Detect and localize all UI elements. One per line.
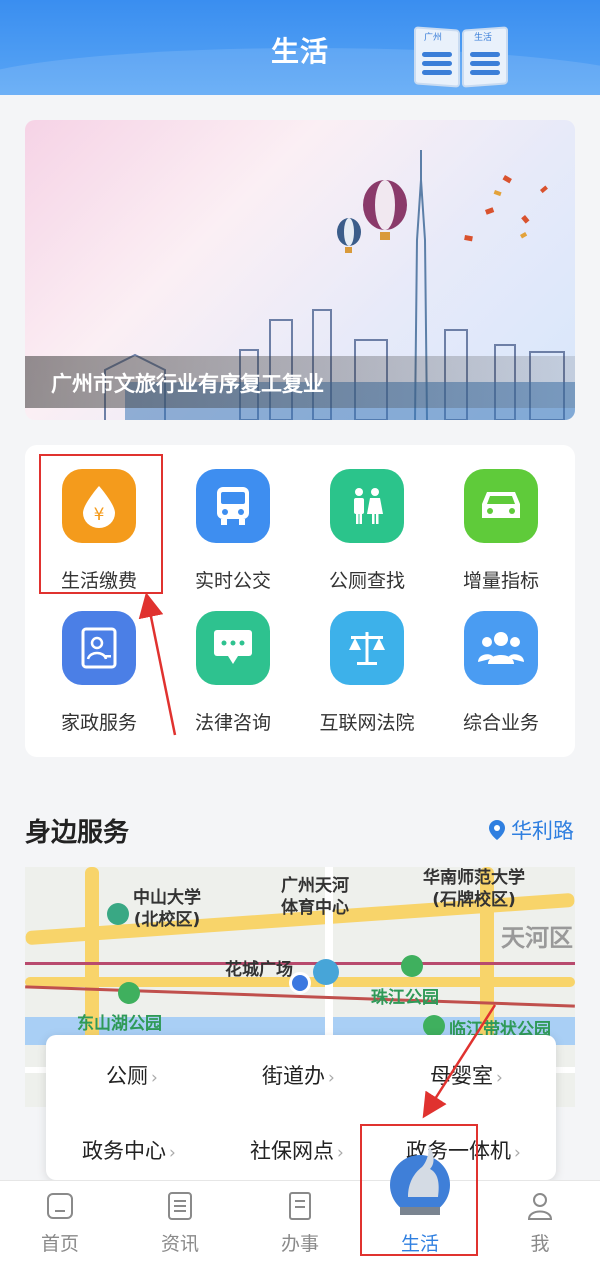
task-icon bbox=[289, 1192, 311, 1220]
service-realtime-bus[interactable]: 实时公交 bbox=[167, 453, 299, 595]
service-general-business[interactable]: 综合业务 bbox=[435, 595, 567, 737]
park-icon bbox=[423, 1015, 445, 1037]
service-label: 实时公交 bbox=[194, 570, 271, 592]
location-label: 华利路 bbox=[511, 819, 574, 843]
users-icon bbox=[464, 611, 538, 685]
category-gov-center[interactable]: 政务中心 › bbox=[82, 1135, 176, 1165]
service-housekeeping[interactable]: 家政服务 bbox=[33, 595, 165, 737]
tab-label: 办事 bbox=[280, 1233, 319, 1255]
tab-news[interactable]: 资讯 bbox=[120, 1181, 240, 1261]
service-label: 法律咨询 bbox=[194, 712, 271, 734]
tab-profile[interactable]: 我 bbox=[480, 1181, 600, 1261]
museum-icon bbox=[313, 959, 339, 985]
banner-caption: 广州市文旅行业有序复工复业 bbox=[51, 372, 324, 396]
location-pin-icon bbox=[489, 820, 505, 840]
tab-label: 我 bbox=[530, 1233, 550, 1255]
book-left-label: 广州 bbox=[424, 33, 443, 43]
map-label-tianhe: 天河区 bbox=[501, 924, 573, 952]
map-label-zhujiang: 珠江公园 bbox=[371, 988, 439, 1008]
tab-tasks[interactable]: 办事 bbox=[240, 1181, 360, 1261]
current-location-dot bbox=[289, 972, 311, 994]
service-car-quota[interactable]: 增量指标 bbox=[435, 453, 567, 595]
service-label: 综合业务 bbox=[462, 712, 539, 734]
book-right-label: 生活 bbox=[474, 33, 493, 43]
tab-label: 首页 bbox=[40, 1233, 79, 1255]
chat-icon bbox=[196, 611, 270, 685]
nearby-title: 身边服务 bbox=[25, 818, 130, 848]
service-internet-court[interactable]: 互联网法院 bbox=[301, 595, 433, 737]
category-street-office[interactable]: 街道办 › bbox=[262, 1060, 335, 1090]
service-label: 公厕查找 bbox=[328, 570, 405, 592]
category-social-security[interactable]: 社保网点 › bbox=[250, 1135, 344, 1165]
book-icon: 广州 生活 bbox=[412, 24, 510, 90]
highlight-box-utility bbox=[39, 454, 163, 594]
header-bar: 生活 广州 生活 bbox=[0, 0, 600, 95]
nearby-category-popup: 公厕 › 街道办 › 母婴室 › 政务中心 › 社保网点 › 政务一体机 › bbox=[46, 1035, 556, 1180]
school-icon bbox=[107, 903, 129, 925]
home-icon bbox=[47, 1193, 73, 1219]
bottom-tab-bar: 首页 资讯 办事 生活 我 bbox=[0, 1145, 600, 1261]
bus-icon bbox=[196, 469, 270, 543]
highlight-box-life-tab bbox=[360, 1124, 478, 1256]
location-selector[interactable]: 华利路 bbox=[489, 815, 574, 845]
service-label: 增量指标 bbox=[462, 570, 539, 592]
page-title: 生活 bbox=[270, 35, 329, 68]
park-icon bbox=[401, 955, 423, 977]
map-label-huacheng: 花城广场 bbox=[225, 960, 293, 980]
scales-icon bbox=[330, 611, 404, 685]
car-icon bbox=[464, 469, 538, 543]
park-icon bbox=[118, 982, 140, 1004]
category-restroom[interactable]: 公厕 › bbox=[106, 1060, 158, 1090]
service-label: 互联网法院 bbox=[319, 712, 415, 734]
restroom-icon bbox=[330, 469, 404, 543]
map-label-tianhe-sports: 广州天河 体育中心 bbox=[281, 876, 349, 918]
tab-label: 资讯 bbox=[160, 1233, 199, 1255]
service-restroom-finder[interactable]: 公厕查找 bbox=[301, 453, 433, 595]
category-nursing-room[interactable]: 母婴室 › bbox=[430, 1060, 503, 1090]
service-label: 家政服务 bbox=[60, 712, 137, 734]
profile-icon bbox=[527, 1193, 553, 1220]
news-icon bbox=[168, 1192, 192, 1220]
id-card-icon bbox=[62, 611, 136, 685]
map-label-dongshanhu: 东山湖公园 bbox=[77, 1014, 162, 1034]
service-legal-consult[interactable]: 法律咨询 bbox=[167, 595, 299, 737]
tab-home[interactable]: 首页 bbox=[0, 1181, 120, 1261]
promo-banner[interactable]: 广州市文旅行业有序复工复业 bbox=[25, 120, 575, 420]
map-label-scnu: 华南师范大学 (石牌校区) bbox=[423, 868, 525, 910]
map-label-sysu: 中山大学 (北校区) bbox=[133, 888, 201, 930]
